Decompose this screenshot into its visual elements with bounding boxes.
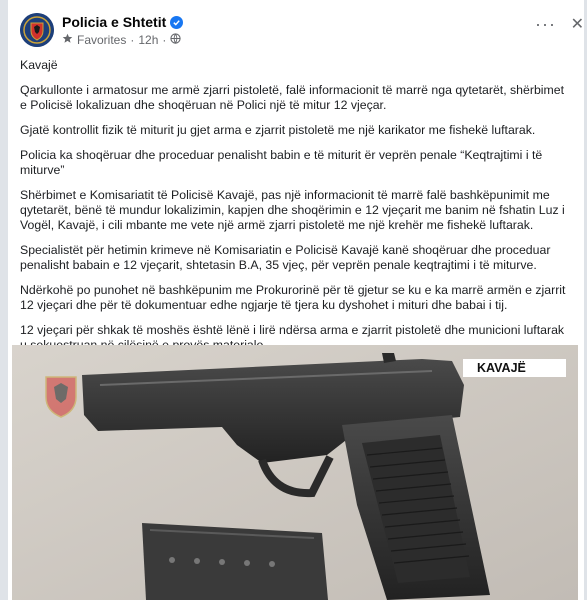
more-options-icon[interactable]: ···: [535, 14, 556, 35]
meta-separator: ·: [130, 33, 135, 47]
post-photo[interactable]: KAVAJË: [12, 345, 578, 600]
post-paragraph: Gjatë kontrollit fizik të miturit ju gje…: [20, 123, 536, 137]
post-header: Policia e Shtetit Favorites · 12h · ··· …: [8, 0, 584, 56]
post-meta: Favorites · 12h ·: [62, 33, 182, 47]
post-text: Kavajë Qarkullonte i armatosur me armë z…: [20, 58, 572, 363]
close-icon[interactable]: ✕: [571, 14, 584, 34]
audience-label[interactable]: Favorites: [77, 33, 126, 47]
post-paragraph: Qarkullonte i armatosur me armë zjarri p…: [20, 83, 565, 112]
police-emblem-icon: [20, 13, 54, 47]
post-paragraph: Kavajë: [20, 58, 58, 72]
post-paragraph: Shërbimet e Komisariatit të Policisë Kav…: [20, 188, 565, 232]
page-name-link[interactable]: Policia e Shtetit: [62, 14, 184, 30]
meta-separator: ·: [162, 33, 167, 47]
page-avatar[interactable]: [20, 13, 54, 47]
post-paragraph: Policia ka shoqëruar dhe proceduar penal…: [20, 148, 543, 177]
star-icon: [62, 33, 73, 47]
post-time[interactable]: 12h: [138, 33, 158, 47]
photo-location-label: KAVAJË: [463, 359, 566, 377]
post-card: Policia e Shtetit Favorites · 12h · ··· …: [8, 0, 584, 600]
pistol-photo: [12, 345, 578, 600]
globe-icon: [170, 33, 182, 47]
post-paragraph: Ndërkohë po punohet në bashkëpunim me Pr…: [20, 283, 566, 312]
verified-badge-icon: [170, 15, 184, 29]
post-paragraph: Specialistët për hetimin krimeve në Komi…: [20, 243, 551, 272]
page-name[interactable]: Policia e Shtetit: [62, 14, 166, 30]
